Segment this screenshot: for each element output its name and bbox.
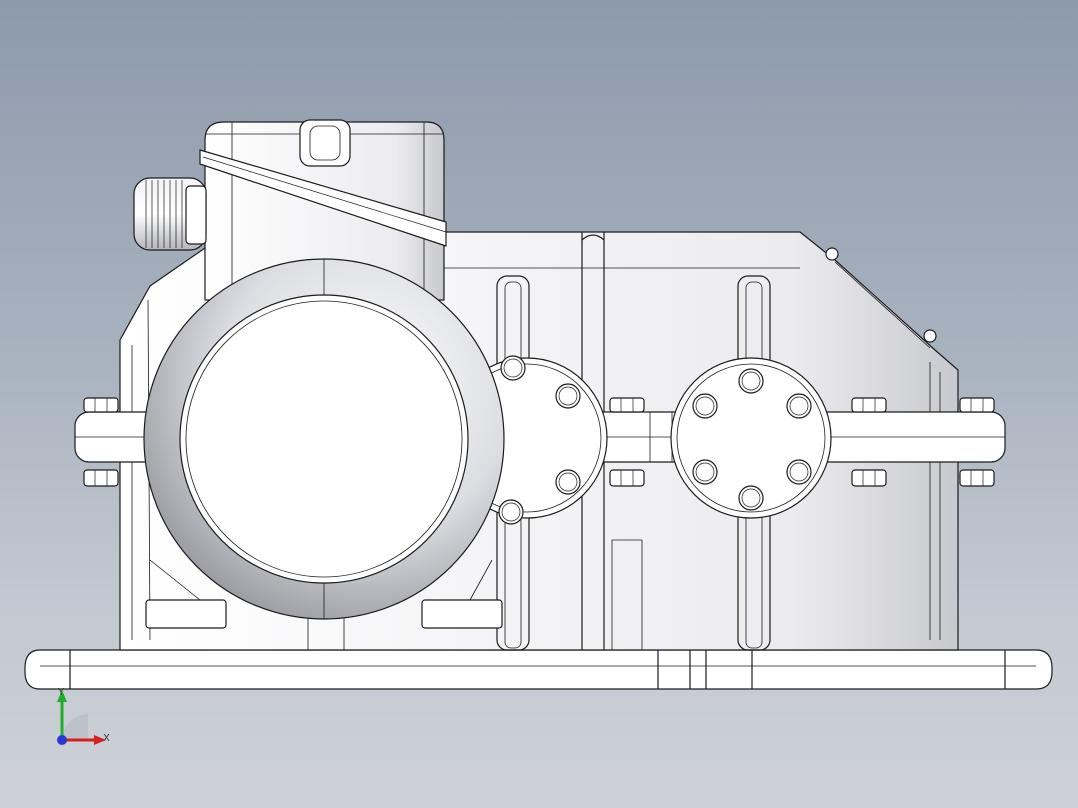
- output-bearing-cap[interactable]: [670, 357, 832, 519]
- y-axis-label: Y: [58, 687, 65, 698]
- triad-plane-icon: [62, 714, 88, 740]
- x-axis-label: X: [103, 733, 110, 744]
- z-axis-point: [57, 735, 67, 745]
- motor-end-cover[interactable]: [143, 258, 505, 620]
- orientation-triad[interactable]: [40, 680, 130, 760]
- cable-gland[interactable]: [133, 177, 207, 251]
- base-plate[interactable]: [24, 649, 1053, 690]
- cad-graphics-viewport[interactable]: X Y: [0, 0, 1078, 808]
- gear-reducer-model[interactable]: [0, 0, 1078, 808]
